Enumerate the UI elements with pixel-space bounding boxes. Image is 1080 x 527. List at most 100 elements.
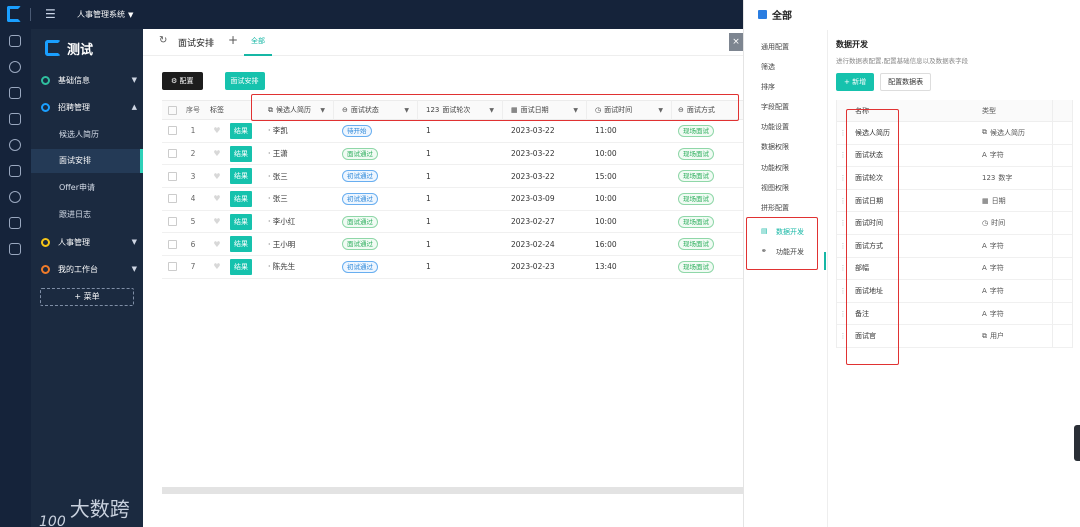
menu-group-basic[interactable]: 基础信息 ▼ [41,72,137,88]
row-no: 7 [190,262,196,272]
heart-icon[interactable]: ♥ [204,194,230,203]
config-button[interactable]: ⚙ 配置 [162,72,203,90]
tab-all[interactable]: 全部 [244,29,272,56]
candidate-name[interactable]: · 陈先生 [256,261,334,272]
text-icon: A [982,264,987,273]
close-drawer-icon[interactable]: × [729,33,743,51]
row-no: 4 [190,194,196,204]
circle-icon [41,75,50,85]
heart-icon[interactable]: ♥ [204,262,230,271]
heart-icon[interactable]: ♥ [204,172,230,181]
menu-item-interview[interactable]: 面试安排 [31,149,143,173]
date-value: 2023-03-22 [511,126,555,136]
result-button[interactable]: 结果 [230,145,252,162]
menu-item-followup[interactable]: 跟进日志 [31,203,143,227]
row-checkbox[interactable] [162,239,182,249]
table-body: 1 ♥ 结果 · 李凯 待开始 1 2023-03-22 11:00 现场面试 2 ♥ 结果 · 王潇面… [162,120,743,279]
add-tab-icon[interactable]: + [228,33,238,47]
round-value: 1 [426,126,431,136]
circle-icon [41,264,50,274]
candidate-name[interactable]: · 李小红 [256,216,334,227]
config-table-button[interactable]: 配置数据表 [880,73,932,91]
status-badge: 初试通过 [342,170,378,183]
result-button[interactable]: 结果 [230,168,252,185]
refresh-icon[interactable]: ↻ [159,35,167,46]
row-checkbox[interactable] [162,194,182,204]
date-value: 2023-02-27 [511,217,555,227]
collapse-menu-icon[interactable]: ☰ [45,7,56,21]
table-row[interactable]: 4 ♥ 结果 · 张三 初试通过 1 2023-03-09 10:00 现场面试 [162,188,743,211]
field-type: 字符 [989,241,1004,250]
drawer-nav-item[interactable]: 通用配置 [761,42,789,52]
result-button[interactable]: 结果 [230,122,252,139]
candidate-name[interactable]: · 张三 [256,193,334,204]
candidate-name[interactable]: · 王小明 [256,239,334,250]
view-button[interactable]: 面试安排 [224,72,265,90]
system-switcher[interactable]: 人事管理系统 ▼ [77,9,133,20]
result-button[interactable]: 结果 [230,236,252,253]
round-value: 1 [426,262,431,272]
heart-icon[interactable]: ♥ [204,126,230,135]
add-menu-button[interactable]: + 菜单 [40,288,134,306]
flow-icon[interactable] [9,87,21,99]
toolbar: ⚙ 配置 面试安排 [162,72,265,90]
heart-icon[interactable]: ♥ [204,149,230,158]
menu-group-workbench[interactable]: 我的工作台 ▼ [41,261,137,277]
table-row[interactable]: 2 ♥ 结果 · 王潇 面试通过 1 2023-03-22 10:00 现场面试 [162,143,743,166]
menu-group-recruit[interactable]: 招聘管理 ▲ [41,99,137,115]
text-icon: A [982,241,987,250]
check-icon[interactable] [9,243,21,255]
row-checkbox[interactable] [162,217,182,227]
connect-icon[interactable] [9,217,21,229]
row-checkbox[interactable] [162,262,182,272]
field-type: 字符 [989,264,1004,273]
col-type: 类型 [982,106,996,115]
row-no: 2 [190,149,196,159]
table-row[interactable]: 1 ♥ 结果 · 李凯 待开始 1 2023-03-22 11:00 现场面试 [162,120,743,143]
drawer-handle[interactable] [1074,425,1080,461]
text-icon: A [982,286,987,295]
form-icon[interactable] [9,113,21,125]
row-checkbox[interactable] [162,126,182,136]
settings-icon[interactable] [9,139,21,151]
chevron-down-icon: ▼ [131,238,137,246]
select-all-checkbox[interactable] [162,105,182,115]
row-checkbox[interactable] [162,171,182,181]
drawer-nav-item[interactable]: 筛选 [761,62,775,72]
tab-bar: ↻ 面试安排 + 全部 [143,29,743,56]
drawer-nav-item[interactable]: 功能设置 [761,122,789,132]
storage-icon[interactable] [9,165,21,177]
result-button[interactable]: 结果 [230,213,252,230]
heart-icon[interactable]: ♥ [204,217,230,226]
drawer-nav-item[interactable]: 字段配置 [761,102,789,112]
time-value: 16:00 [595,239,617,249]
menu-item-resume[interactable]: 候选人简历 [31,123,143,147]
candidate-name[interactable]: · 李凯 [256,125,334,136]
candidate-name[interactable]: · 张三 [256,171,334,182]
table-row[interactable]: 3 ♥ 结果 · 张三 初试通过 1 2023-03-22 15:00 现场面试 [162,165,743,189]
system-name: 人事管理系统 [77,10,125,19]
candidate-name[interactable]: · 王潇 [256,148,334,159]
table-row[interactable]: 6 ♥ 结果 · 王小明 面试通过 1 2023-02-24 16:00 现场面试 [162,233,743,257]
heart-icon[interactable]: ♥ [204,240,230,249]
status-badge: 初试通过 [342,260,378,273]
database-icon[interactable] [9,61,21,73]
drawer-nav-item[interactable]: 数据权限 [761,142,789,152]
drawer-nav-item[interactable]: 拼形配置 [761,203,789,213]
drawer-nav-item[interactable]: 视图权限 [761,183,789,193]
menu-group-hr[interactable]: 人事管理 ▼ [41,234,137,250]
menu-item-offer[interactable]: Offer申请 [31,176,143,200]
result-button[interactable]: 结果 [230,190,252,207]
drawer-nav-item[interactable]: 排序 [761,82,775,92]
dashboard-icon[interactable] [9,35,21,47]
table-row[interactable]: 5 ♥ 结果 · 李小红 面试通过 1 2023-02-27 10:00 现场面试 [162,211,743,234]
highlight-box [846,109,899,365]
horizontal-scrollbar[interactable] [162,487,743,494]
add-button[interactable]: + 新增 [836,73,875,91]
row-checkbox[interactable] [162,149,182,159]
drawer-nav-item[interactable]: 功能权限 [761,163,789,173]
table-row[interactable]: 7 ♥ 结果 · 陈先生 初试通过 1 2023-02-23 13:40 现场面试 [162,256,743,279]
cloud-icon[interactable] [9,191,21,203]
result-button[interactable]: 结果 [230,258,252,275]
app-logo-icon[interactable] [7,6,21,22]
